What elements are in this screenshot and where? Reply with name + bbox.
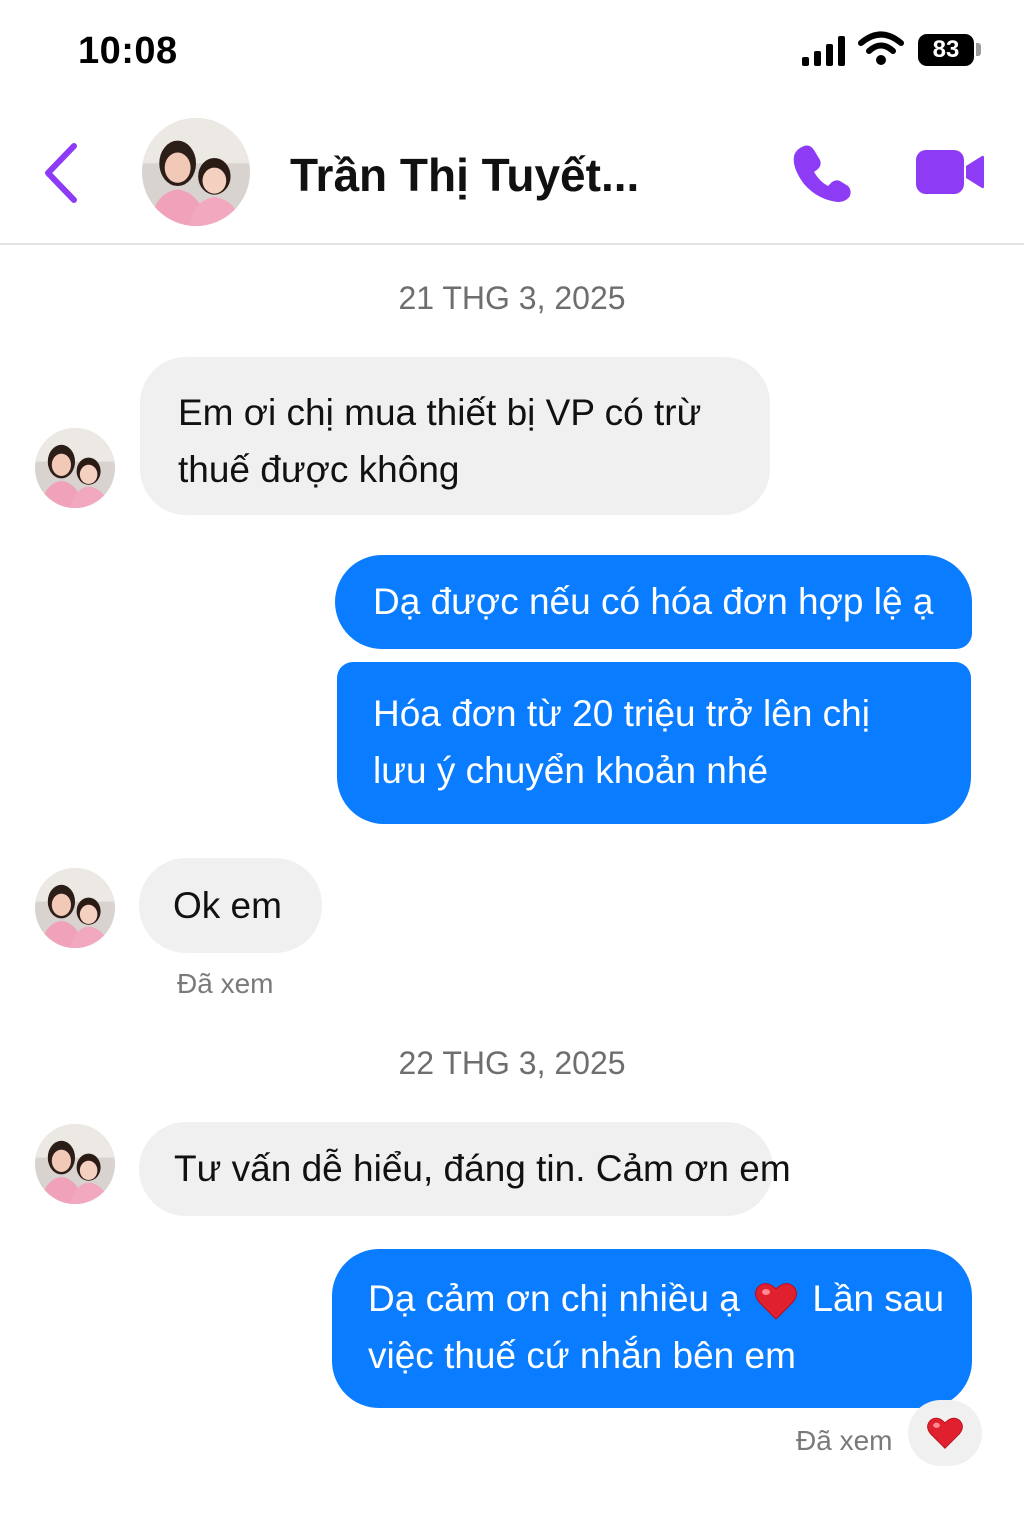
status-bar: 10:08 83 (0, 0, 1024, 100)
signal-icon (802, 36, 846, 66)
back-chevron-icon[interactable] (36, 138, 92, 208)
message-text: Dạ được nếu có hóa đơn hợp lệ ạ (373, 581, 934, 622)
seen-status: Đã xem (177, 968, 274, 999)
message-text: Hóa đơn từ 20 triệu trở lên chị lưu ý ch… (373, 693, 870, 791)
video-camera-icon[interactable] (914, 144, 986, 200)
message-text: Ok em (173, 885, 282, 926)
message-text: Em ơi chị mua thiết bị VP có trừ thuế đư… (178, 392, 702, 490)
reaction-badge[interactable] (908, 1400, 982, 1466)
seen-status: Đã xem (796, 1425, 893, 1456)
message-bubble-outgoing[interactable]: Dạ được nếu có hóa đơn hợp lệ ạ (335, 555, 972, 649)
message-text: Lần sau (812, 1278, 945, 1319)
sender-avatar[interactable] (35, 868, 115, 948)
date-separator: 22 THG 3, 2025 (398, 1045, 626, 1081)
message-bubble-incoming[interactable]: Em ơi chị mua thiết bị VP có trừ thuế đư… (140, 357, 770, 515)
sender-avatar[interactable] (35, 428, 115, 508)
date-separator: 21 THG 3, 2025 (398, 280, 626, 316)
message-text: Tư vấn dễ hiểu, đáng tin. Cảm ơn em (174, 1148, 791, 1189)
contact-avatar[interactable] (142, 118, 250, 226)
battery-icon: 83 (918, 34, 974, 66)
contact-name[interactable]: Trần Thị Tuyết... (290, 148, 639, 202)
heart-icon (755, 1283, 798, 1320)
message-bubble-incoming[interactable]: Tư vấn dễ hiểu, đáng tin. Cảm ơn em (139, 1122, 791, 1216)
battery-tip (976, 43, 981, 56)
message-bubble-incoming[interactable]: Ok em (139, 858, 322, 953)
status-time: 10:08 (78, 30, 178, 72)
sender-avatar[interactable] (35, 1124, 115, 1204)
message-bubble-outgoing[interactable]: Hóa đơn từ 20 triệu trở lên chị lưu ý ch… (337, 662, 971, 824)
message-line: việc thuế cứ nhắn bên em (368, 1327, 952, 1384)
message-line: Dạ cảm ơn chị nhiều ạ Lần sau (368, 1270, 952, 1327)
phone-icon[interactable] (790, 140, 854, 204)
message-text: Dạ cảm ơn chị nhiều ạ (368, 1278, 740, 1319)
battery-level: 83 (932, 36, 960, 63)
chat-header: Trần Thị Tuyết... (0, 100, 1024, 245)
message-text: việc thuế cứ nhắn bên em (368, 1335, 796, 1376)
wifi-icon (858, 31, 904, 65)
heart-icon (927, 1417, 963, 1449)
message-bubble-outgoing[interactable]: Dạ cảm ơn chị nhiều ạ Lần sau việc thuế … (332, 1249, 972, 1408)
